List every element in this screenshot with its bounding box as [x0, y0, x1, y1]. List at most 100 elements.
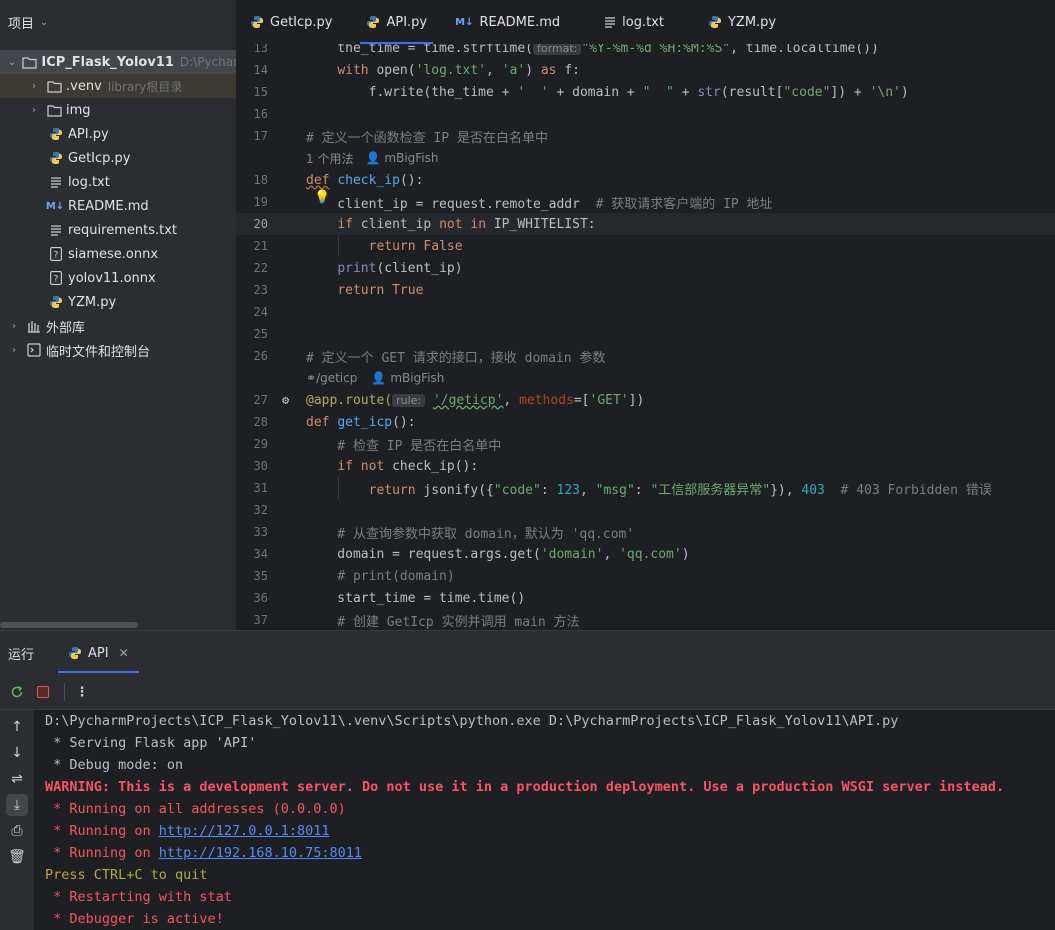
code-line[interactable]: 30 if not check_ip(): — [236, 455, 1055, 477]
code-line[interactable]: 25 — [236, 323, 1055, 345]
code-line[interactable]: 19 client_ip = request.remote_addr # 获取请… — [236, 191, 1055, 213]
code-line[interactable]: 24 — [236, 301, 1055, 323]
tree-item-label: API.py — [68, 126, 109, 142]
console-line: * Debugger is active! — [45, 911, 224, 927]
more-options-icon[interactable]: ⋮ — [71, 681, 93, 703]
endpoint-gutter-icon[interactable]: ⚙ — [282, 393, 306, 407]
code-line[interactable]: 28 def get_icp(): — [236, 411, 1055, 433]
code-text: if not check_ip(): — [337, 458, 479, 474]
code-line[interactable]: 13 the_time = time.strftime(format: "%Y-%… — [236, 44, 1055, 59]
chevron-down-icon[interactable]: ⌄ — [40, 17, 48, 28]
tree-item-siamese-onnx[interactable]: ? siamese.onnx — [0, 242, 236, 266]
line-number: 18 — [253, 173, 268, 187]
tree-item-log-txt[interactable]: log.txt — [0, 170, 236, 194]
tree-item-external-libraries[interactable]: › 外部库 — [0, 314, 236, 338]
code-line[interactable]: 29 # 检查 IP 是否在白名单中 — [236, 433, 1055, 455]
markdown-file-icon: M↓ — [455, 16, 474, 28]
chevron-down-icon[interactable]: ⌄ — [8, 57, 16, 68]
run-tab-label: API — [88, 645, 109, 661]
route-path[interactable]: /geticp — [316, 371, 357, 385]
tree-item-scratches[interactable]: › 临时文件和控制台 — [0, 338, 236, 362]
tree-item-yolov11-onnx[interactable]: ? yolov11.onnx — [0, 266, 236, 290]
code-line[interactable]: 23 return True — [236, 279, 1055, 301]
code-line[interactable]: 33 # 从查询参数中获取 domain，默认为 'qq.com' — [236, 521, 1055, 543]
code-line-current[interactable]: 20 if client_ip not in IP_WHITELIST: — [236, 213, 1055, 235]
code-comment: # 检查 IP 是否在白名单中 — [306, 438, 502, 454]
lightbulb-icon[interactable]: 💡 — [314, 190, 330, 205]
run-tab-api[interactable]: API ✕ — [56, 631, 141, 675]
chevron-right-icon[interactable]: › — [8, 321, 20, 332]
tab-readme-md[interactable]: M↓ README.md — [441, 0, 574, 44]
usages-count[interactable]: 1 个用法 — [306, 150, 353, 167]
stop-icon[interactable] — [32, 681, 54, 703]
console-output[interactable]: D:\PycharmProjects\ICP_Flask_Yolov11\.ve… — [45, 710, 1045, 930]
console-link[interactable]: http://192.168.10.75:8011 — [159, 845, 362, 861]
line-number: 24 — [253, 305, 268, 319]
code-line[interactable]: 15 f.write(the_time + ' ' + domain + " "… — [236, 81, 1055, 103]
arrow-down-icon[interactable]: ↓ — [6, 742, 28, 764]
code-comment: # 创建 GetIcp 实例并调用 main 方法 — [306, 614, 580, 630]
tree-item-requirements-txt[interactable]: requirements.txt — [0, 218, 236, 242]
code-line[interactable]: 36 start_time = time.time() — [236, 587, 1055, 609]
tab-yzm-py[interactable]: YZM.py — [694, 0, 790, 44]
code-line[interactable]: 34 domain = request.args.get('domain', '… — [236, 543, 1055, 565]
tree-item-label: log.txt — [68, 174, 110, 190]
tab-label: YZM.py — [727, 14, 777, 30]
line-number: 29 — [253, 437, 268, 451]
tree-item-label: .venv — [66, 78, 102, 94]
code-text: the_time = time.strftime(format: "%Y-%m-%… — [306, 44, 879, 56]
code-line[interactable]: 27 ⚙ @app.route(rule: '/geticp', methods… — [236, 389, 1055, 411]
route-inlay[interactable]: ⚭ /geticp 👤 mBigFish — [236, 367, 1055, 389]
chevron-right-icon[interactable]: › — [8, 345, 20, 356]
code-line[interactable]: 32 — [236, 499, 1055, 521]
code-text: print(client_ip) — [337, 260, 463, 276]
line-number: 30 — [253, 459, 268, 473]
code-line[interactable]: 35 # print(domain) — [236, 565, 1055, 587]
project-panel: 项目 ⌄ ⌄ ICP_Flask_Yolov11 D:\PycharmP › .… — [0, 0, 236, 630]
soft-wrap-icon[interactable]: ⇌ — [6, 768, 28, 790]
tree-item-label: requirements.txt — [68, 222, 178, 238]
code-line[interactable]: 37 # 创建 GetIcp 实例并调用 main 方法 — [236, 609, 1055, 630]
tree-root[interactable]: ⌄ ICP_Flask_Yolov11 D:\PycharmP — [0, 50, 236, 74]
chevron-right-icon[interactable]: › — [28, 81, 40, 92]
usage-inlay[interactable]: 1 个用法 👤 mBigFish — [236, 147, 1055, 169]
code-line[interactable]: 16 — [236, 103, 1055, 125]
console-link[interactable]: http://127.0.0.1:8011 — [159, 823, 330, 839]
tree-item-img[interactable]: › img — [0, 98, 236, 122]
scroll-to-end-icon[interactable]: ⤓ — [6, 794, 28, 816]
tree-item-geticp-py[interactable]: GetIcp.py — [0, 146, 236, 170]
tree-item-label: GetIcp.py — [68, 150, 131, 166]
code-line[interactable]: 21 return False — [236, 235, 1055, 257]
tree-item-venv[interactable]: › .venv library根目录 — [0, 74, 236, 98]
text-file-icon — [604, 16, 616, 28]
trash-icon[interactable]: 🗑 — [6, 846, 28, 868]
arrow-up-icon[interactable]: ↑ — [6, 716, 28, 738]
code-comment: # print(domain) — [306, 568, 455, 584]
print-icon[interactable]: ⎙ — [6, 820, 28, 842]
close-icon[interactable]: ✕ — [119, 646, 129, 660]
code-line[interactable]: 18 def check_ip(): — [236, 169, 1055, 191]
tab-log-txt[interactable]: log.txt — [590, 0, 678, 44]
code-line[interactable]: 17 # 定义一个函数检查 IP 是否在白名单中 — [236, 125, 1055, 147]
code-line[interactable]: 31 return jsonify({"code": 123, "msg": "… — [236, 477, 1055, 499]
tree-item-yzm-py[interactable]: YZM.py — [0, 290, 236, 314]
python-file-icon — [48, 294, 64, 310]
line-number: 26 — [253, 349, 268, 363]
project-header[interactable]: 项目 ⌄ — [0, 0, 236, 44]
code-comment: # 从查询参数中获取 domain，默认为 'qq.com' — [306, 526, 635, 542]
run-toolbar: ⋮ — [0, 675, 1055, 710]
code-editor[interactable]: 13 the_time = time.strftime(format: "%Y-%… — [236, 44, 1055, 630]
horizontal-scrollbar[interactable] — [0, 622, 138, 628]
tab-api-py[interactable]: API.py — [352, 0, 441, 44]
rerun-icon[interactable] — [6, 681, 28, 703]
tree-item-api-py[interactable]: API.py — [0, 122, 236, 146]
editor-tab-bar: GetIcp.py API.py M↓ README.md log.txt YZ… — [236, 0, 1055, 45]
tab-geticp-py[interactable]: GetIcp.py — [236, 0, 346, 44]
code-line[interactable]: 22 print(client_ip) — [236, 257, 1055, 279]
line-number: 27 — [253, 393, 268, 407]
console-line: D:\PycharmProjects\ICP_Flask_Yolov11\.ve… — [45, 713, 899, 729]
code-line[interactable]: 14 with open('log.txt', 'a') as f: — [236, 59, 1055, 81]
chevron-right-icon[interactable]: › — [28, 105, 40, 116]
tree-item-readme-md[interactable]: M↓ README.md — [0, 194, 236, 218]
code-line[interactable]: 26 # 定义一个 GET 请求的接口，接收 domain 参数 — [236, 345, 1055, 367]
